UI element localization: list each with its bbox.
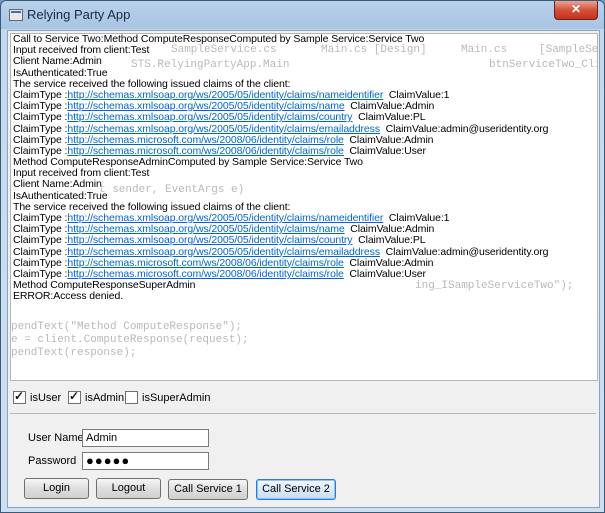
claim-type-prefix: ClaimType : (13, 256, 68, 269)
divider (10, 413, 596, 414)
title-bar[interactable]: Relying Party App ✕ (1, 1, 604, 29)
claim-type-link[interactable]: http://schemas.xmlsoap.org/ws/2005/05/id… (67, 100, 344, 112)
issuperadmin-checkbox[interactable]: isSuperAdmin (125, 391, 210, 404)
ghost-text: Main.cs [Design] (321, 44, 427, 56)
claim-value: ClaimValue:1 (383, 88, 450, 101)
login-button[interactable]: Login (24, 478, 89, 499)
claim-value: ClaimValue:1 (383, 212, 450, 224)
claim-type-prefix: ClaimType : (13, 100, 68, 113)
claim-type-prefix: ClaimType : (13, 122, 68, 135)
username-label: User Name (28, 432, 84, 444)
issuperadmin-label: isSuperAdmin (142, 391, 211, 404)
claim-type-link[interactable]: http://schemas.microsoft.com/ws/2008/06/… (67, 134, 344, 146)
claim-type-prefix: ClaimType : (13, 267, 68, 280)
ghost-text: btnServiceTwo_Click (489, 59, 597, 71)
claim-type-prefix: ClaimType : (13, 111, 68, 124)
isuser-checkbox[interactable]: isUser (13, 389, 62, 404)
log-lines: Call to Service Two:Method ComputeRespon… (11, 34, 597, 303)
claim-value: ClaimValue:admin@useridentity.org (379, 245, 549, 258)
ghost-text: [SampleSer (539, 44, 598, 56)
claim-value: ClaimValue:PL (352, 234, 426, 247)
claim-type-prefix: ClaimType : (13, 88, 68, 101)
claim-value: ClaimValue:PL (352, 111, 426, 124)
claim-type-link[interactable]: http://schemas.xmlsoap.org/ws/2005/05/id… (67, 212, 383, 224)
claim-type-prefix: ClaimType : (13, 245, 68, 258)
issuperadmin-checkbox-box[interactable] (125, 391, 138, 404)
role-checkboxes: isUser isAdmin isSuperAdmin (13, 389, 313, 409)
output-log[interactable]: Call to Service Two:Method ComputeRespon… (10, 33, 598, 381)
claim-value: ClaimValue:Admin (344, 100, 435, 113)
window-title: Relying Party App (27, 7, 131, 22)
claim-type-link[interactable]: http://schemas.xmlsoap.org/ws/2005/05/id… (67, 123, 380, 135)
client-area: Call to Service Two:Method ComputeRespon… (7, 30, 600, 508)
claim-type-link[interactable]: http://schemas.microsoft.com/ws/2008/06/… (67, 257, 344, 269)
claim-value: ClaimValue:Admin (343, 133, 434, 146)
claim-type-prefix: ClaimType : (13, 223, 68, 236)
isadmin-checkbox-box[interactable] (68, 389, 81, 404)
ghost-text: e = client.ComputeResponse(request); (11, 334, 249, 346)
ghost-text: pendText("Method ComputeResponse"); (11, 321, 243, 333)
password-label: Password (28, 455, 77, 467)
ghost-text: t sender, EventArgs e) (99, 184, 245, 196)
claim-type-link[interactable]: http://schemas.microsoft.com/ws/2008/06/… (67, 145, 344, 157)
app-window: Relying Party App ✕ Call to Service Two:… (0, 0, 605, 513)
claim-type-link[interactable]: http://schemas.xmlsoap.org/ws/2005/05/id… (67, 246, 380, 258)
claim-type-prefix: ClaimType : (13, 144, 68, 157)
claim-type-link[interactable]: http://schemas.xmlsoap.org/ws/2005/05/id… (67, 89, 383, 101)
close-button[interactable]: ✕ (554, 1, 598, 20)
ghost-text: Main.cs (461, 44, 508, 56)
isuser-checkbox-box[interactable] (13, 389, 26, 404)
claim-type-link[interactable]: http://schemas.xmlsoap.org/ws/2005/05/id… (67, 234, 352, 246)
claim-value: ClaimValue:admin@useridentity.org (379, 122, 549, 135)
claim-type-link[interactable]: http://schemas.microsoft.com/ws/2008/06/… (67, 268, 344, 280)
isadmin-checkbox[interactable]: isAdmin (68, 389, 125, 404)
ghost-text: ing_ISampleServiceTwo"); (415, 280, 574, 292)
call-service-2-button[interactable]: Call Service 2 (256, 479, 336, 500)
claim-value: ClaimValue:User (343, 144, 426, 157)
logout-button[interactable]: Logout (96, 478, 161, 499)
claim-type-prefix: ClaimType : (13, 212, 68, 224)
app-icon (9, 9, 23, 21)
claim-type-prefix: ClaimType : (13, 133, 68, 146)
claim-type-link[interactable]: http://schemas.xmlsoap.org/ws/2005/05/id… (67, 111, 352, 123)
ghost-text: pendText(response); (11, 347, 137, 359)
claim-value: ClaimValue:Admin (343, 256, 434, 269)
claim-value: ClaimValue:Admin (344, 223, 435, 236)
log-line: ERROR:Access denied. (13, 290, 124, 303)
isuser-label: isUser (30, 391, 62, 404)
claim-value: ClaimValue:User (343, 267, 426, 280)
isadmin-label: isAdmin (85, 391, 125, 404)
claim-type-link[interactable]: http://schemas.xmlsoap.org/ws/2005/05/id… (67, 223, 344, 235)
call-service-1-button[interactable]: Call Service 1 (168, 479, 248, 500)
ghost-text: SampleService.cs (171, 44, 277, 56)
claim-type-prefix: ClaimType : (13, 234, 68, 247)
ghost-text: STS.RelyingPartyApp.Main (131, 59, 290, 71)
password-input[interactable]: ●●●●● (82, 452, 209, 470)
username-input[interactable]: Admin (82, 429, 209, 447)
